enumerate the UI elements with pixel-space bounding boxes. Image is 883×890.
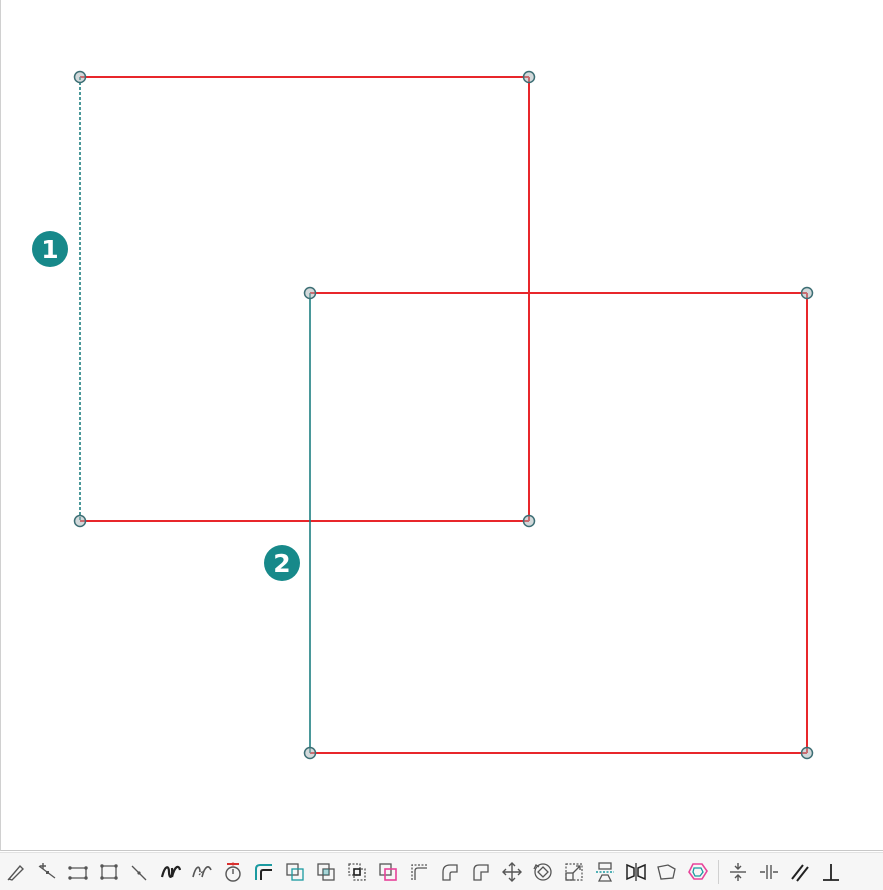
skew-tool-button[interactable]	[653, 858, 681, 886]
distribute-horizontal-button[interactable]	[755, 858, 783, 886]
shape-square-2[interactable]	[309, 292, 808, 754]
boolean-union-icon	[286, 862, 304, 881]
boolean-xor-icon	[379, 862, 397, 881]
perpendicular-constraint-icon	[823, 863, 839, 881]
vertex-handle[interactable]	[522, 70, 536, 84]
shape-square-1[interactable]	[79, 76, 530, 522]
edit-nodes-tool-icon	[7, 864, 24, 881]
canvas-svg[interactable]	[1, 0, 883, 851]
corner-fillet-button[interactable]	[405, 858, 433, 886]
vertex-handles[interactable]	[73, 70, 814, 760]
boolean-intersection-button[interactable]	[343, 858, 371, 886]
spline-tool-icon	[192, 865, 212, 877]
line-tool-button[interactable]	[64, 858, 92, 886]
offset-tool-button[interactable]	[250, 858, 278, 886]
chamfer-corner-button[interactable]	[467, 858, 495, 886]
step-marker-1: 1	[32, 231, 68, 267]
align-tool-button[interactable]	[591, 858, 619, 886]
parallel-constraint-icon	[791, 863, 809, 882]
rotate-tool-icon	[533, 862, 552, 881]
line-tool-icon	[68, 865, 88, 880]
vertex-handle[interactable]	[73, 514, 87, 528]
vertex-handle[interactable]	[800, 286, 814, 300]
mirror-tool-icon	[626, 862, 646, 881]
vertex-handle[interactable]	[800, 746, 814, 760]
drawing-canvas[interactable]: 1 2	[0, 0, 883, 851]
vertex-handle[interactable]	[522, 514, 536, 528]
move-tool-icon	[502, 861, 522, 882]
vertex-handle[interactable]	[73, 70, 87, 84]
distribute-horizontal-icon	[760, 864, 778, 879]
distribute-vertical-button[interactable]	[724, 858, 752, 886]
boolean-union-button[interactable]	[281, 858, 309, 886]
bezier-tool-button[interactable]	[157, 858, 185, 886]
scale-tool-button[interactable]	[560, 858, 588, 886]
polyline-tool-button[interactable]	[95, 858, 123, 886]
edit-nodes-button[interactable]	[2, 858, 30, 886]
boolean-intersection-icon	[348, 862, 366, 881]
add-node-tool-icon	[38, 862, 56, 879]
boolean-difference-icon	[317, 862, 335, 881]
circle-center-tool-icon	[225, 862, 241, 882]
segment-tool-button[interactable]	[126, 858, 154, 886]
circle-center-tool-button[interactable]	[219, 858, 247, 886]
chamfer-corner-icon	[473, 863, 489, 881]
bezier-tool-icon	[160, 865, 182, 878]
spline-tool-button[interactable]	[188, 858, 216, 886]
distribute-vertical-icon	[730, 862, 746, 881]
polyline-tool-icon	[100, 863, 118, 880]
round-corner-icon	[442, 863, 458, 881]
scale-tool-icon	[565, 862, 583, 881]
boolean-xor-button[interactable]	[374, 858, 402, 886]
parallel-constraint-button[interactable]	[786, 858, 814, 886]
toolbar-separator	[718, 859, 719, 884]
step-marker-2: 2	[264, 545, 300, 581]
mirror-tool-button[interactable]	[622, 858, 650, 886]
skew-tool-icon	[657, 863, 676, 880]
align-tool-icon	[596, 861, 614, 882]
add-node-button[interactable]	[33, 858, 61, 886]
move-tool-button[interactable]	[498, 858, 526, 886]
rotate-tool-button[interactable]	[529, 858, 557, 886]
corner-fillet-icon	[411, 863, 427, 880]
offset-tool-icon	[255, 863, 272, 880]
vertex-handle[interactable]	[303, 286, 317, 300]
segment-tool-icon	[131, 865, 147, 880]
boolean-difference-button[interactable]	[312, 858, 340, 886]
perpendicular-constraint-button[interactable]	[817, 858, 845, 886]
simplify-shape-button[interactable]	[684, 858, 712, 886]
vertex-handle[interactable]	[303, 746, 317, 760]
simplify-shape-icon	[688, 862, 708, 880]
bottom-toolbar	[0, 852, 883, 890]
round-corner-button[interactable]	[436, 858, 464, 886]
